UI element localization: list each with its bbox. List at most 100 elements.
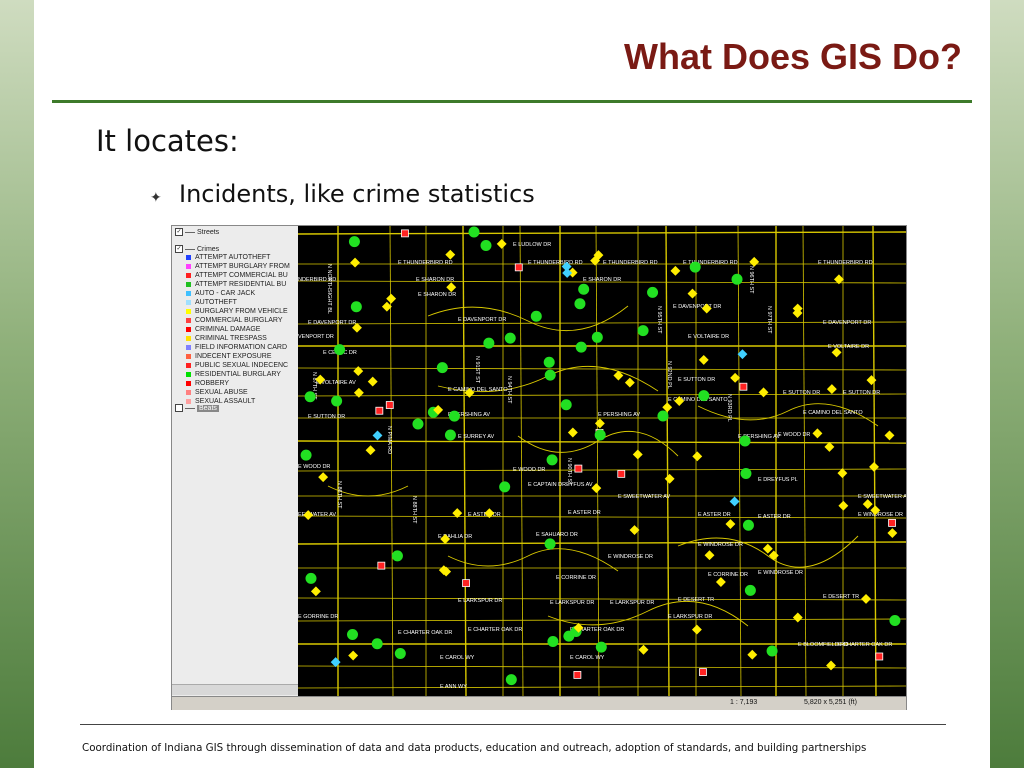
street-label: E SUTTON DR xyxy=(843,390,880,396)
legend-item: ATTEMPT BURGLARY FROM xyxy=(186,263,290,270)
street-line xyxy=(298,231,906,235)
street-label: N 96TH ST xyxy=(748,266,754,294)
legend-item: PUBLIC SEXUAL INDECENC xyxy=(186,362,288,369)
map-scale: 1 : 7,193 xyxy=(730,699,758,706)
legend-symbol-icon xyxy=(186,354,191,359)
street-label: N 86TH ST xyxy=(336,481,342,509)
legend-scrollbar[interactable] xyxy=(172,684,298,695)
checkbox-icon[interactable] xyxy=(175,404,183,412)
legend-item: ATTEMPT RESIDENTIAL BU xyxy=(186,281,286,288)
incident-marker-burglary-vehicle xyxy=(691,624,702,635)
legend-group-streets[interactable]: ✓ Streets xyxy=(175,228,219,236)
status-bar: 1 : 7,193 5,820 x 5,251 (ft) xyxy=(172,696,906,710)
legend-symbol-icon xyxy=(186,390,191,395)
incident-marker-burglary-vehicle xyxy=(758,387,769,398)
legend-symbol-icon xyxy=(186,372,191,377)
incident-marker-residential-burglary xyxy=(547,636,559,648)
incident-marker-residential-burglary xyxy=(578,283,590,295)
legend-item-label: CRIMINAL DAMAGE xyxy=(195,326,261,333)
incident-marker-residential-burglary xyxy=(698,390,710,402)
street-label: E THUNDERBIRD RD xyxy=(603,260,658,266)
street-label: E LARKSPUR DR xyxy=(610,600,654,606)
incident-marker-burglary-vehicle xyxy=(715,577,726,587)
street-label: E DAVENPORT DR xyxy=(673,304,721,310)
legend-panel: ✓ Streets ✓ Crimes ATTEMPT AUTOTHEFT ATTE… xyxy=(172,226,299,696)
street-label: N 88TH ST xyxy=(411,496,417,524)
incident-marker-commercial-burglary xyxy=(573,671,582,679)
incident-marker-burglary-vehicle xyxy=(725,519,736,529)
street-label: N 91ST ST xyxy=(474,356,480,384)
legend-item: CRIMINAL DAMAGE xyxy=(186,326,260,333)
street-label: E WINDROSE DR xyxy=(758,570,803,576)
incident-marker-burglary-vehicle xyxy=(348,650,359,661)
incident-marker-residential-burglary xyxy=(371,638,383,650)
incident-marker-burglary-vehicle xyxy=(698,354,709,365)
incident-marker-burglary-vehicle xyxy=(884,430,895,441)
street-line xyxy=(298,515,906,519)
slide-title: What Does GIS Do? xyxy=(623,36,962,77)
incident-marker-burglary-vehicle xyxy=(837,468,848,479)
street-line xyxy=(298,618,906,622)
incident-marker-burglary-vehicle xyxy=(350,257,361,268)
street-label: N PIMA RD xyxy=(386,426,392,454)
legend-item: SEXUAL ABUSE xyxy=(186,389,248,396)
incident-marker-residential-burglary xyxy=(448,410,460,422)
street-label: E CORRINE DR xyxy=(708,572,748,578)
incident-marker-residential-burglary xyxy=(574,298,586,310)
incident-marker-residential-burglary xyxy=(889,615,901,627)
incident-marker-burglary-vehicle xyxy=(762,543,773,554)
legend-symbol-icon xyxy=(186,273,191,278)
legend-symbol-icon xyxy=(186,282,191,287)
street-label: E LARKSPUR DR xyxy=(668,614,712,620)
incident-marker-residential-burglary xyxy=(499,481,511,493)
incident-marker-burglary-vehicle xyxy=(747,649,758,660)
line-icon xyxy=(185,407,195,409)
incident-marker-burglary-vehicle xyxy=(353,366,364,377)
street-label: N 93RD PL xyxy=(726,394,732,422)
crime-map: E LUDLOW DR N NORTHSIGHT BL E THUNDERBIRD … xyxy=(298,226,906,696)
street-label: E CAROL WY xyxy=(440,655,475,661)
street-label: E WOOD DR xyxy=(778,432,810,438)
legend-item-label: PUBLIC SEXUAL INDECENC xyxy=(195,362,289,369)
street-label: E ASTER DR xyxy=(758,514,791,520)
street-label: E SWEETWATER AV xyxy=(858,494,906,500)
incident-marker-burglary-vehicle xyxy=(632,449,643,460)
legend-symbol-icon xyxy=(186,363,191,368)
checkbox-icon[interactable]: ✓ xyxy=(175,228,183,236)
street-label: E WINDROSE DR xyxy=(608,554,653,560)
incident-marker-burglary-vehicle xyxy=(624,377,635,388)
street-label: E CAMINO DEL SANTO xyxy=(803,410,863,416)
street-line xyxy=(665,226,670,696)
legend-item: ROBBERY xyxy=(186,380,229,387)
legend-symbol-icon xyxy=(186,345,191,350)
incident-marker-burglary-vehicle xyxy=(826,660,836,671)
incident-marker-burglary-vehicle xyxy=(446,282,457,293)
incident-marker-residential-burglary xyxy=(480,240,492,252)
street-label: E DAVENPORT DR xyxy=(458,317,506,323)
incident-marker-residential-burglary xyxy=(744,584,756,596)
street-line xyxy=(802,226,807,696)
street-label: N 97TH ST xyxy=(766,306,772,334)
incident-marker-commercial-burglary xyxy=(875,652,884,661)
incident-marker-residential-burglary xyxy=(742,519,754,531)
street-label: E SUTTON DR xyxy=(678,377,715,383)
street-label: E SWEETWATER AV xyxy=(618,494,670,500)
map-canvas[interactable]: E LUDLOW DR N NORTHSIGHT BL E THUNDERBIRD … xyxy=(298,226,906,696)
line-icon xyxy=(185,248,195,250)
street-label: E WINDROSE DR xyxy=(698,542,743,548)
incident-marker-burglary-vehicle xyxy=(367,376,378,387)
street-label: E BLOOMFIELD RD xyxy=(798,642,848,648)
incident-marker-residential-burglary xyxy=(575,341,587,353)
incident-marker-residential-burglary xyxy=(444,429,456,441)
street-label: E SHARON DR xyxy=(416,277,454,283)
incident-marker-burglary-vehicle xyxy=(594,418,605,429)
checkbox-icon[interactable]: ✓ xyxy=(175,245,183,253)
legend-group-beats[interactable]: Beats xyxy=(175,404,219,412)
street-line xyxy=(872,226,877,696)
incident-marker-residential-burglary xyxy=(334,344,346,356)
legend-item-label: AUTOTHEFT xyxy=(195,299,237,306)
incident-marker-burglary-vehicle xyxy=(445,249,456,260)
street-label: E WOOD DR xyxy=(513,467,545,473)
incident-marker-burglary-vehicle xyxy=(866,375,877,386)
legend-group-crimes[interactable]: ✓ Crimes xyxy=(175,245,219,253)
